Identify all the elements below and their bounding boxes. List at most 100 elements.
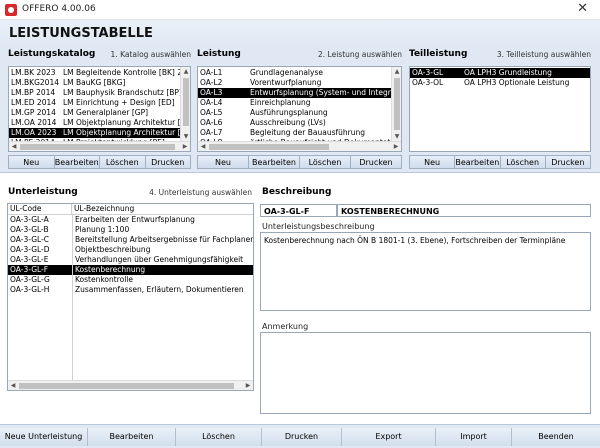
leistung-list-item[interactable]: OA-L7 Begleitung der Bauausführung — [198, 128, 392, 138]
teilleistung-neu-button[interactable]: Neu — [409, 155, 456, 169]
katalog-list-item[interactable]: LM.BK 2023 LM Begleitende Kontrolle [BK] … — [9, 68, 181, 78]
teilleistung-list[interactable]: OA-3-GL OA LPH3 Grundleistung OA-3-OL OA LP… — [409, 66, 591, 152]
scroll-thumb[interactable] — [20, 144, 175, 150]
note-textarea[interactable] — [260, 332, 591, 414]
table-row[interactable]: OA-3-GL-B Planung 1:100 — [8, 225, 253, 235]
teilleistung-bearbeiten-button[interactable]: Bearbeiten — [455, 155, 501, 169]
beenden-button[interactable]: Beenden — [512, 428, 600, 446]
teilleistung-list-item[interactable]: OA-3-GL OA LPH3 Grundleistung — [410, 68, 590, 78]
scroll-thumb[interactable] — [183, 78, 189, 126]
teilleistung-panel: Teilleistung 3. Teilleistung auswählen O… — [409, 49, 591, 169]
katalog-title: Leistungskatalog — [8, 49, 96, 59]
row-label: Verhandlungen über Genehmigungsfähigkeit — [75, 255, 244, 264]
row-code: OA-L4 — [200, 98, 223, 107]
katalog-bearbeiten-button[interactable]: Bearbeiten — [54, 155, 100, 169]
export-button[interactable]: Export — [342, 428, 436, 446]
unterleistung-table[interactable]: UL-Code UL-Bezeichnung OA-3-GL-A Erarbeit… — [7, 203, 254, 391]
katalog-list-item[interactable]: LM.BKG2014 LM BauKG [BKG] — [9, 78, 181, 88]
leistung-bearbeiten-button[interactable]: Bearbeiten — [249, 155, 300, 169]
table-row[interactable]: OA-3-GL-G Kostenkontrolle — [8, 275, 253, 285]
leistung-list[interactable]: OA-L1 Grundlagenanalyse OA-L2 Vorentwurfpla… — [197, 66, 402, 152]
katalog-horizontal-scrollbar[interactable]: ◀ ▶ — [9, 141, 190, 151]
teilleistung-drucken-button[interactable]: Drucken — [545, 155, 591, 169]
leistung-list-item[interactable]: OA-L5 Ausführungsplanung — [198, 108, 392, 118]
teilleistung-list-item[interactable]: OA-3-OL OA LPH3 Optionale Leistung — [410, 78, 590, 88]
scroll-thumb[interactable] — [209, 144, 329, 150]
row-code: OA-3-GL-B — [10, 225, 49, 234]
scroll-up-icon[interactable]: ▲ — [181, 67, 190, 77]
code-field: OA-3-GL-F — [260, 204, 337, 217]
column-header-ul-code[interactable]: UL-Code — [8, 204, 72, 214]
scroll-thumb[interactable] — [19, 383, 234, 389]
katalog-list[interactable]: LM.BK 2023 LM Begleitende Kontrolle [BK] … — [8, 66, 191, 152]
name-field: KOSTENBERECHNUNG — [337, 204, 591, 217]
row-label: Ausführungsplanung — [250, 108, 328, 117]
row-code: OA-L6 — [200, 118, 223, 127]
katalog-drucken-button[interactable]: Drucken — [145, 155, 191, 169]
leistung-list-item[interactable]: OA-L1 Grundlagenanalyse — [198, 68, 392, 78]
scroll-up-icon[interactable]: ▲ — [392, 67, 401, 77]
row-code: OA-L3 — [200, 88, 223, 97]
row-label: Vorentwurfplanung — [250, 78, 322, 87]
neue-unterleistung-button[interactable]: Neue Unterleistung — [0, 428, 88, 446]
row-label: Kostenberechnung — [75, 265, 146, 274]
close-icon[interactable]: ✕ — [577, 1, 588, 16]
leistung-list-item[interactable]: OA-L6 Ausschreibung (LVs) — [198, 118, 392, 128]
katalog-vertical-scrollbar[interactable]: ▲ ▼ — [180, 67, 190, 142]
leistung-horizontal-scrollbar[interactable]: ◀ ▶ — [198, 141, 401, 151]
import-button[interactable]: Import — [436, 428, 512, 446]
row-code: LM.BK 2023 — [11, 68, 56, 77]
table-row[interactable]: OA-3-GL-D Objektbeschreibung — [8, 245, 253, 255]
row-code: OA-3-GL — [412, 68, 444, 77]
leistung-neu-button[interactable]: Neu — [197, 155, 249, 169]
katalog-list-item[interactable]: LM.OA 2014 LM Objektplanung Architektur [… — [9, 118, 181, 128]
page-header: LEISTUNGSTABELLE — [0, 20, 600, 46]
scroll-thumb[interactable] — [394, 78, 400, 130]
leistung-loeschen-button[interactable]: Löschen — [300, 155, 351, 169]
row-code: OA-3-GL-C — [10, 235, 49, 244]
scroll-left-icon[interactable]: ◀ — [198, 142, 208, 151]
description-textarea[interactable]: Kostenberechnung nach ÖN B 1801-1 (3. Eb… — [260, 232, 591, 311]
row-label: LM Bauphysik Brandschutz [BP] — [63, 88, 181, 97]
leistung-vertical-scrollbar[interactable]: ▲ ▼ — [391, 67, 401, 142]
row-code: LM.BP 2014 — [11, 88, 56, 97]
row-code: LM.BKG2014 — [11, 78, 59, 87]
katalog-list-item[interactable]: LM.ED 2014 LM Einrichtung + Design [ED] — [9, 98, 181, 108]
table-row[interactable]: OA-3-GL-A Erarbeiten der Entwurfsplanung — [8, 215, 253, 225]
scroll-left-icon[interactable]: ◀ — [9, 142, 19, 151]
scroll-right-icon[interactable]: ▶ — [180, 142, 190, 151]
katalog-panel: Leistungskatalog 1. Katalog auswählen LM… — [8, 49, 191, 169]
table-row[interactable]: OA-3-GL-F Kostenberechnung — [8, 265, 253, 275]
table-row[interactable]: OA-3-GL-C Bereitstellung Arbeitsergebniss… — [8, 235, 253, 245]
table-header: UL-Code UL-Bezeichnung — [8, 204, 253, 215]
katalog-neu-button[interactable]: Neu — [8, 155, 55, 169]
table-row[interactable]: OA-3-GL-E Verhandlungen über Genehmigungs… — [8, 255, 253, 265]
katalog-list-item[interactable]: LM.GP 2014 LM Generalplaner [GP] — [9, 108, 181, 118]
loeschen-button[interactable]: Löschen — [176, 428, 262, 446]
leistung-list-item[interactable]: OA-L4 Einreichplanung — [198, 98, 392, 108]
page-title: LEISTUNGSTABELLE — [9, 26, 153, 41]
teilleistung-buttons: Neu Bearbeiten Löschen Drucken — [409, 155, 591, 169]
scroll-right-icon[interactable]: ▶ — [243, 381, 253, 390]
unterleistung-horizontal-scrollbar[interactable]: ◀ ▶ — [8, 380, 253, 390]
row-label: LM Einrichtung + Design [ED] — [63, 98, 175, 107]
row-label: Planung 1:100 — [75, 225, 130, 234]
code-value: OA-3-GL-F — [264, 207, 310, 216]
katalog-list-item[interactable]: LM.OA 2023 LM Objektplanung Architektur [… — [9, 128, 181, 138]
scroll-left-icon[interactable]: ◀ — [8, 381, 18, 390]
leistung-drucken-button[interactable]: Drucken — [351, 155, 402, 169]
teilleistung-title: Teilleistung — [409, 49, 468, 59]
row-label: Bereitstellung Arbeitsergebnisse für Fac… — [75, 235, 253, 244]
leistung-list-item[interactable]: OA-L3 Entwurfsplanung (System- und Integr… — [198, 88, 392, 98]
column-header-ul-bezeichnung[interactable]: UL-Bezeichnung — [72, 204, 253, 214]
row-code: OA-L7 — [200, 128, 223, 137]
katalog-list-item[interactable]: LM.BP 2014 LM Bauphysik Brandschutz [BP] — [9, 88, 181, 98]
scroll-right-icon[interactable]: ▶ — [391, 142, 401, 151]
teilleistung-loeschen-button[interactable]: Löschen — [500, 155, 546, 169]
leistung-list-item[interactable]: OA-L2 Vorentwurfplanung — [198, 78, 392, 88]
leistung-hint: 2. Leistung auswählen — [318, 50, 402, 59]
drucken-button[interactable]: Drucken — [262, 428, 342, 446]
bearbeiten-button[interactable]: Bearbeiten — [88, 428, 176, 446]
katalog-loeschen-button[interactable]: Löschen — [100, 155, 146, 169]
table-row[interactable]: OA-3-GL-H Zusammenfassen, Erläutern, Doku… — [8, 285, 253, 295]
